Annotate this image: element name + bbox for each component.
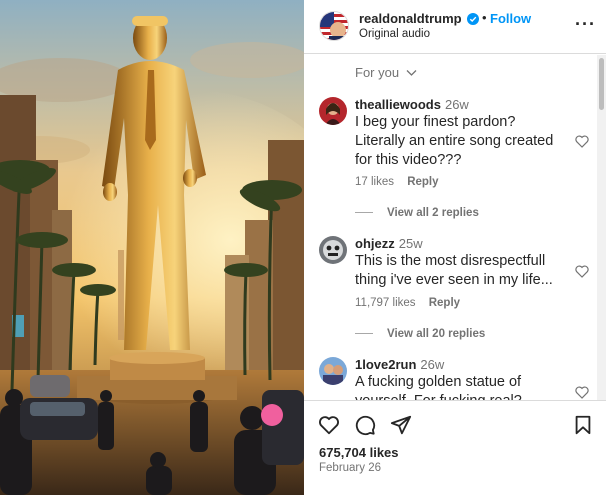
post-header: realdonaldtrump • Follow Original audio … — [304, 0, 606, 54]
comment-like-count[interactable]: 17 likes — [355, 176, 394, 188]
comment-meta: 11,797 likes Reply — [355, 297, 470, 309]
comment-username-text[interactable]: 1love2run — [355, 357, 416, 372]
post-like-count[interactable]: 675,704 likes — [319, 445, 399, 460]
comment-meta: 17 likes Reply — [355, 176, 449, 188]
separator-dot: • — [482, 10, 487, 25]
post-actions-footer: 675,704 likes February 26 — [304, 400, 606, 495]
couple-avatar-icon — [319, 357, 347, 385]
comment-item: thealliewoods 26w I beg your finest pardo… — [319, 97, 589, 219]
replies-line — [355, 212, 373, 214]
commenter-avatar[interactable] — [319, 357, 347, 385]
view-replies-button[interactable]: View all 20 replies — [355, 328, 485, 340]
comment-username[interactable]: thealliewoods 26w — [355, 97, 469, 112]
chevron-down-icon — [406, 70, 417, 76]
comment-username[interactable]: 1love2run 26w — [355, 357, 444, 372]
view-replies-label: View all 2 replies — [387, 207, 479, 219]
more-options-button[interactable]: ··· — [575, 14, 596, 35]
heart-icon[interactable] — [575, 135, 589, 148]
heart-icon[interactable] — [575, 386, 589, 399]
comment-sort-label: For you — [355, 65, 400, 80]
replies-line — [355, 333, 373, 335]
comment-timestamp[interactable]: 26w — [445, 97, 469, 112]
profile-avatar[interactable] — [319, 11, 349, 41]
comment-item: 1love2run 26w A fucking golden statue of … — [319, 357, 589, 400]
comments-panel: realdonaldtrump • Follow Original audio … — [304, 0, 606, 495]
post-date[interactable]: February 26 — [319, 462, 381, 474]
view-replies-button[interactable]: View all 2 replies — [355, 207, 479, 219]
comment-username-text[interactable]: ohjezz — [355, 236, 395, 251]
comment-text: A fucking golden statue of yourself. For… — [355, 374, 522, 400]
skull-avatar-icon — [319, 236, 347, 264]
original-audio-link[interactable]: Original audio — [359, 28, 430, 40]
comment-text: This is the most disrespectfull thing i'… — [355, 253, 553, 288]
reply-button[interactable]: Reply — [407, 176, 438, 188]
share-icon[interactable] — [390, 414, 412, 436]
heart-icon[interactable] — [575, 265, 589, 278]
golden-statue-image — [0, 0, 304, 495]
flag-avatar-icon — [320, 12, 348, 40]
comment-like-count[interactable]: 11,797 likes — [355, 297, 416, 309]
comment-sort-dropdown[interactable]: For you — [355, 65, 417, 80]
reply-button[interactable]: Reply — [429, 297, 460, 309]
commenter-avatar[interactable] — [319, 236, 347, 264]
verified-badge-icon — [467, 13, 479, 25]
follow-button[interactable]: Follow — [490, 11, 531, 26]
bookmark-icon[interactable] — [572, 414, 594, 436]
heart-icon[interactable] — [318, 414, 340, 436]
comment-username[interactable]: ohjezz 25w — [355, 236, 423, 251]
user-avatar-icon — [319, 97, 347, 125]
scrollbar-thumb[interactable] — [599, 58, 604, 110]
comment-text: I beg your finest pardon? Literally an e… — [355, 114, 554, 168]
comment-timestamp[interactable]: 25w — [399, 236, 423, 251]
comment-item: ohjezz 25w This is the most disrespectful… — [319, 236, 589, 346]
commenter-avatar[interactable] — [319, 97, 347, 125]
comment-icon[interactable] — [354, 414, 376, 436]
post-media[interactable] — [0, 0, 304, 495]
comment-timestamp[interactable]: 26w — [420, 357, 444, 372]
comment-username-text[interactable]: thealliewoods — [355, 97, 441, 112]
post-username[interactable]: realdonaldtrump — [359, 11, 462, 26]
view-replies-label: View all 20 replies — [387, 328, 486, 340]
